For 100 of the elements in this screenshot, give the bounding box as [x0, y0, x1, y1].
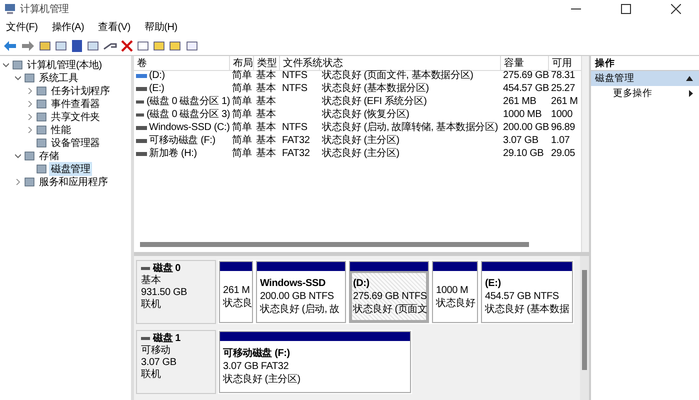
- tree-item[interactable]: 任务计划程序: [49, 84, 112, 98]
- actions-section[interactable]: 磁盘管理: [591, 71, 699, 86]
- back-arrow-icon[interactable]: [3, 40, 17, 52]
- partition-block[interactable]: 1000 M 状态良好: [432, 261, 478, 323]
- tree-item[interactable]: 磁盘管理: [49, 162, 92, 176]
- table-cell-text: NTFS: [281, 121, 308, 134]
- partition-block[interactable]: (D:) 275.69 GB NTFS 状态良好 (页面文: [349, 261, 429, 323]
- column-header[interactable]: 类型: [254, 56, 280, 71]
- column-header[interactable]: 文件系统: [280, 56, 320, 71]
- table-cell-text: 简单: [231, 69, 253, 82]
- expand-chevron-icon[interactable]: [27, 114, 33, 120]
- partition-name: 可移动磁盘 (F:): [223, 347, 290, 360]
- menu-item[interactable]: 文件(F): [6, 20, 38, 34]
- partition-status: 状态良好 (启动, 故: [260, 303, 340, 316]
- tree-item[interactable]: 系统工具: [37, 70, 80, 84]
- expand-chevron-icon[interactable]: [15, 178, 21, 184]
- minimize-icon[interactable]: [571, 8, 581, 10]
- table-cell-text: 简单: [231, 95, 253, 108]
- tree-item[interactable]: 性能: [49, 122, 73, 136]
- expand-chevron-icon[interactable]: [27, 88, 33, 94]
- partition-size: 275.69 GB NTFS: [353, 290, 427, 303]
- partition-block[interactable]: Windows-SSD 200.00 GB NTFS 状态良好 (启动, 故: [256, 261, 346, 323]
- table-cell-text: 基本: [255, 108, 277, 121]
- expand-chevron-icon[interactable]: [27, 126, 33, 132]
- table-cell: Windows-SSD (C:): [149, 121, 230, 134]
- partition-block[interactable]: 可移动磁盘 (F:) 3.07 GB FAT32 状态良好 (主分区): [219, 331, 411, 393]
- partition-status: 状态良好 (页面文: [353, 303, 428, 316]
- computer-management-icon: [4, 3, 16, 15]
- table-cell-text: 状态良好 (启动, 故障转储, 基本数据分区): [321, 121, 499, 134]
- maximize-icon[interactable]: [621, 4, 631, 14]
- disk-status: 联机: [141, 369, 162, 381]
- disk-size: 931.50 GB: [141, 287, 188, 298]
- table-cell-text: 200.00 GB: [502, 121, 549, 134]
- panel-icon[interactable]: [87, 40, 99, 52]
- partition-size: 454.57 GB NTFS: [485, 290, 559, 303]
- table-cell-text: 简单: [231, 108, 253, 121]
- partition-size: 200.00 GB NTFS: [260, 290, 334, 303]
- collapse-chevron-icon[interactable]: [3, 62, 9, 68]
- column-header[interactable]: 布局: [230, 56, 254, 71]
- disk-size: 3.07 GB: [141, 357, 178, 368]
- drive-icon: [136, 124, 147, 130]
- table-cell-text: 基本: [255, 121, 277, 134]
- drive-icon: [136, 150, 147, 156]
- disk-info-panel[interactable]: 磁盘 0 基本 931.50 GB 联机: [136, 260, 216, 324]
- table-cell-text: 状态良好 (EFI 系统分区): [321, 95, 428, 108]
- collapse-triangle-icon: [686, 76, 693, 81]
- collapse-chevron-icon[interactable]: [15, 74, 21, 80]
- table-cell-text: 简单: [231, 147, 253, 160]
- panel-icon[interactable]: [55, 40, 67, 52]
- table-cell-text: FAT32: [281, 147, 311, 160]
- table-cell-text: 454.57 GB: [502, 82, 549, 95]
- table-cell-text: 261 M: [550, 95, 579, 108]
- window-icon[interactable]: [185, 40, 199, 52]
- partition-status: 状态良: [223, 296, 252, 310]
- close-icon[interactable]: [671, 4, 681, 14]
- table-cell: 可移动磁盘 (F:): [149, 134, 216, 147]
- partition-block[interactable]: 261 M 状态良: [219, 261, 253, 323]
- table-cell-text: 简单: [231, 82, 253, 95]
- column-header[interactable]: 卷: [134, 56, 230, 71]
- tree-item[interactable]: 服务和应用程序: [37, 174, 110, 188]
- table-cell-text: 基本: [255, 82, 277, 95]
- forward-arrow-icon[interactable]: [21, 40, 35, 52]
- window-title: 计算机管理: [20, 2, 70, 16]
- disk-status: 联机: [141, 299, 162, 311]
- disk-type: 基本: [141, 275, 162, 287]
- menu-item[interactable]: 查看(V): [98, 20, 130, 34]
- drive-icon: [136, 72, 147, 78]
- table-cell-text: FAT32: [281, 134, 311, 147]
- table-cell-text: 基本: [255, 147, 277, 160]
- action-item[interactable]: 更多操作: [591, 86, 699, 101]
- drive-icon: [136, 86, 147, 92]
- horizontal-scrollbar[interactable]: [140, 242, 529, 247]
- table-cell-text: 275.69 GB: [502, 69, 549, 82]
- partition-size: 1000 M: [436, 284, 468, 296]
- table-cell-text: 261 MB: [502, 95, 538, 108]
- table-cell-text: 简单: [231, 121, 253, 134]
- delete-icon[interactable]: [121, 40, 133, 52]
- tree-item[interactable]: 共享文件夹: [49, 110, 102, 124]
- table-cell-text: NTFS: [281, 69, 308, 82]
- disk-info-panel[interactable]: 磁盘 1 可移动 3.07 GB 联机: [136, 330, 216, 394]
- expand-chevron-icon[interactable]: [27, 100, 33, 106]
- vertical-scrollbar[interactable]: [581, 56, 589, 252]
- table-cell-text: 状态良好 (页面文件, 基本数据分区): [321, 69, 474, 82]
- table-cell-text: 状态良好 (恢复分区): [321, 108, 410, 121]
- vertical-scrollbar[interactable]: [580, 256, 589, 400]
- collapse-chevron-icon[interactable]: [15, 152, 21, 158]
- tree-item[interactable]: 设备管理器: [49, 136, 102, 150]
- tree-item[interactable]: 存储: [37, 148, 61, 162]
- partition-name: (D:): [353, 277, 370, 290]
- menu-item[interactable]: 操作(A): [52, 20, 84, 34]
- menu-item[interactable]: 帮助(H): [144, 20, 178, 34]
- table-cell-text: 状态良好 (基本数据分区): [321, 82, 430, 95]
- table-cell-text: 1000: [550, 108, 574, 121]
- table-cell-text: NTFS: [281, 82, 308, 95]
- column-header[interactable]: 容量: [501, 56, 549, 71]
- table-cell-text: 1000 MB: [502, 108, 543, 121]
- partition-block[interactable]: (E:) 454.57 GB NTFS 状态良好 (基本数据: [481, 261, 573, 323]
- tree-item[interactable]: 事件查看器: [49, 96, 102, 110]
- table-cell-text: 基本: [255, 69, 277, 82]
- tree-item[interactable]: 计算机管理(本地): [25, 58, 104, 72]
